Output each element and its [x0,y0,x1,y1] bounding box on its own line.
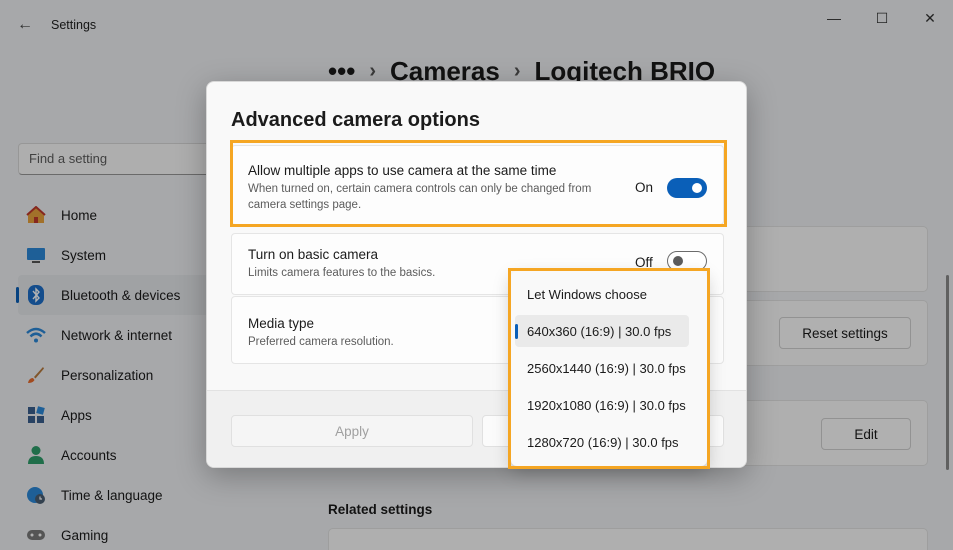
dropdown-option-selected[interactable]: 640x360 (16:9) | 30.0 fps [515,315,689,347]
media-type-title: Media type [248,316,315,331]
multi-app-option: Allow multiple apps to use camera at the… [231,145,724,225]
dropdown-option[interactable]: 2560x1440 (16:9) | 30.0 fps [515,352,689,384]
basic-camera-state: Off [635,255,653,270]
media-type-dropdown: Let Windows choose 640x360 (16:9) | 30.0… [511,271,707,466]
dropdown-option[interactable]: Let Windows choose [515,278,689,310]
basic-camera-title: Turn on basic camera [248,247,379,262]
dialog-title: Advanced camera options [231,109,480,131]
multi-app-description: When turned on, certain camera controls … [248,183,592,211]
multi-app-toggle[interactable] [667,178,707,198]
dropdown-option[interactable]: 1280x720 (16:9) | 30.0 fps [515,426,689,458]
multi-app-title: Allow multiple apps to use camera at the… [248,163,557,178]
multi-app-state: On [635,180,654,195]
basic-camera-toggle[interactable] [667,251,707,271]
dropdown-option[interactable]: 1920x1080 (16:9) | 30.0 fps [515,389,689,421]
apply-button[interactable]: Apply [231,415,473,447]
